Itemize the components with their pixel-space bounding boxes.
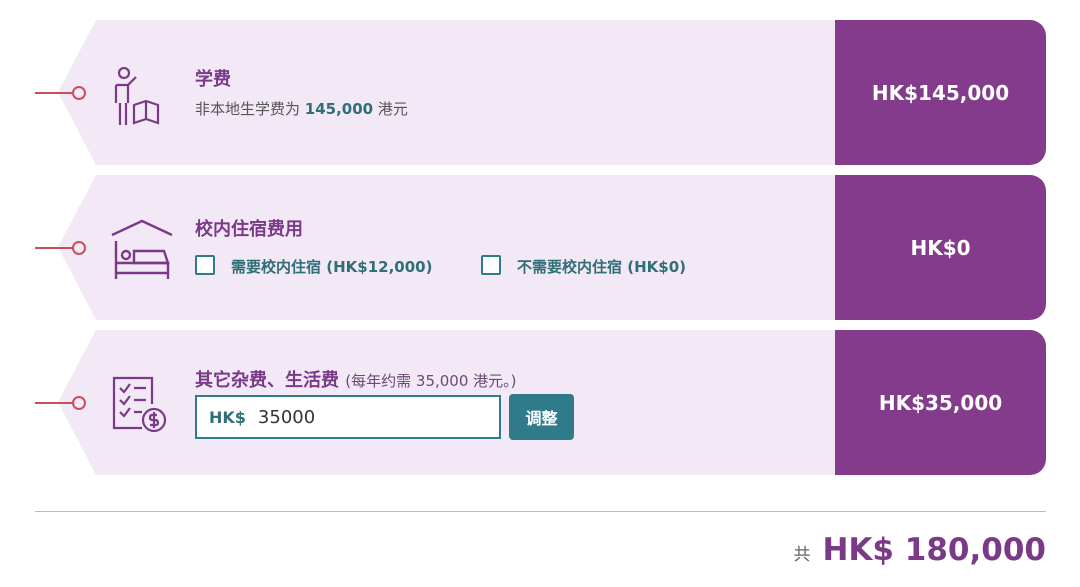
- housing-option2-checkbox[interactable]: [481, 255, 501, 275]
- housing-connector: [35, 247, 75, 249]
- living-input-field[interactable]: HK$: [195, 395, 501, 439]
- living-note: (每年约需 35,000 港元。): [345, 372, 517, 390]
- housing-pin: [72, 241, 86, 255]
- tuition-card-body: [58, 20, 858, 165]
- housing-card-body: [58, 175, 858, 320]
- bed-icon: [110, 217, 174, 281]
- checklist-money-icon: [110, 372, 174, 436]
- living-input[interactable]: [255, 405, 460, 429]
- total-prefix: 共: [793, 545, 811, 565]
- living-title-text: 其它杂费、生活费: [195, 370, 339, 391]
- housing-option1-label[interactable]: 需要校内住宿 (HK$12,000): [231, 256, 432, 277]
- tuition-subtitle-suffix: 港元: [377, 100, 408, 118]
- housing-card: 校内住宿费用 需要校内住宿 (HK$12,000) 不需要校内住宿 (HK$0)…: [58, 175, 1046, 320]
- tuition-subtitle: 非本地生学费为 145,000 港元: [195, 98, 408, 119]
- teacher-icon: [110, 65, 174, 129]
- housing-title: 校内住宿费用: [195, 219, 303, 240]
- housing-option1-checkbox[interactable]: [195, 255, 215, 275]
- total-amount: HK$ 180,000: [822, 532, 1046, 568]
- tuition-price: HK$145,000: [835, 20, 1046, 165]
- adjust-button[interactable]: 调整: [509, 394, 574, 440]
- living-input-prefix: HK$: [209, 407, 246, 427]
- living-price: HK$35,000: [835, 330, 1046, 475]
- total: 共 HK$ 180,000: [793, 532, 1046, 568]
- tuition-subtitle-amount: 145,000: [304, 100, 374, 118]
- divider: [35, 511, 1046, 512]
- living-pin: [72, 396, 86, 410]
- tuition-card: 学费 非本地生学费为 145,000 港元 HK$145,000: [58, 20, 1046, 165]
- housing-price: HK$0: [835, 175, 1046, 320]
- tuition-connector: [35, 92, 75, 94]
- living-card: 其它杂费、生活费 (每年约需 35,000 港元。) HK$ 调整 HK$35,…: [58, 330, 1046, 475]
- housing-option2-label[interactable]: 不需要校内住宿 (HK$0): [517, 256, 686, 277]
- living-connector: [35, 402, 75, 404]
- living-title: 其它杂费、生活费 (每年约需 35,000 港元。): [195, 366, 517, 392]
- tuition-pin: [72, 86, 86, 100]
- tuition-title: 学费: [195, 69, 231, 90]
- tuition-subtitle-prefix: 非本地生学费为: [195, 100, 301, 118]
